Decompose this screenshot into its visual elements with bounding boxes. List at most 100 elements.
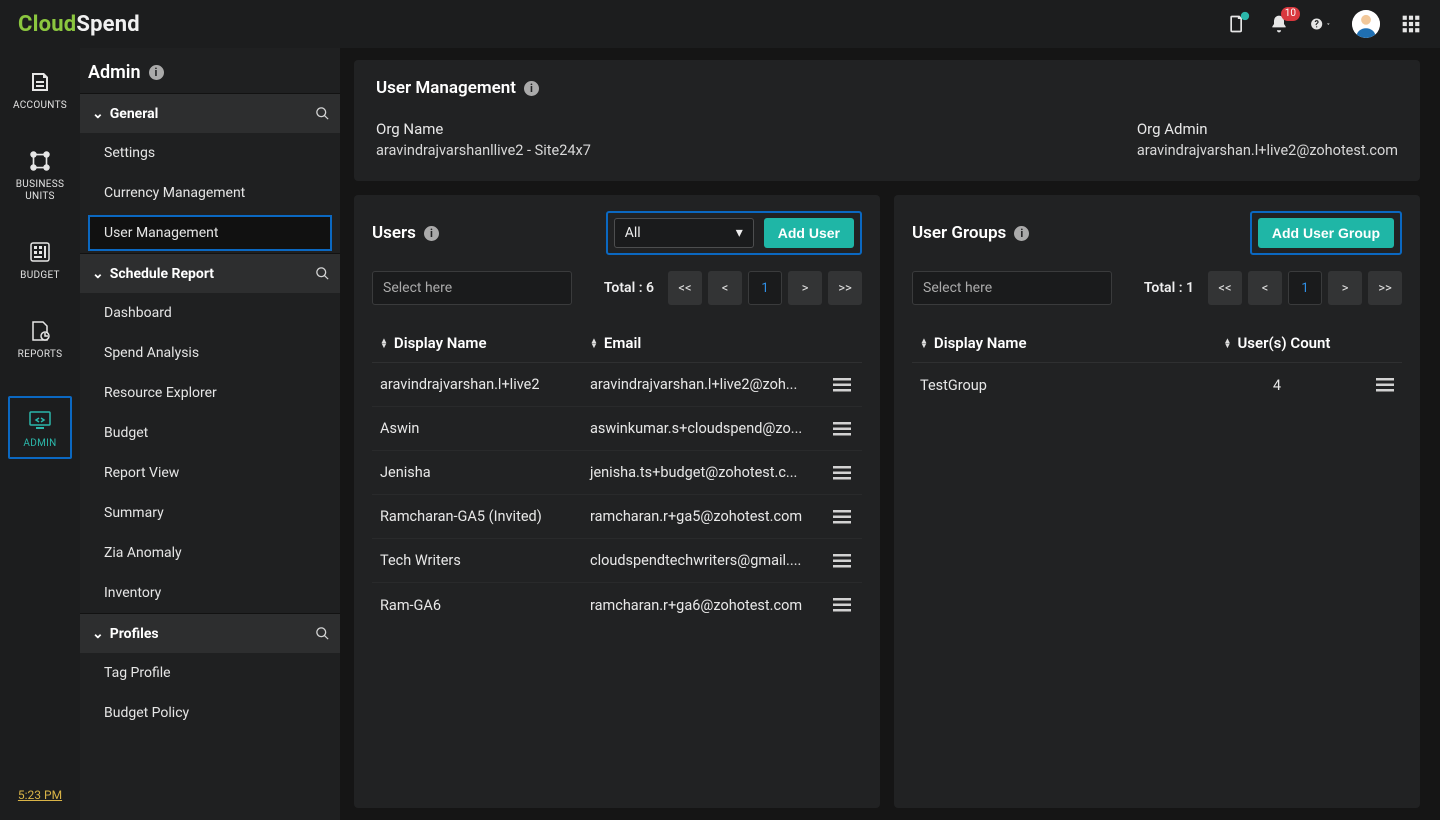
admin-tree: Admin i ⌄General Settings Currency Manag…	[80, 48, 340, 820]
pager-next[interactable]: >	[1328, 271, 1362, 305]
tree-zia[interactable]: Zia Anomaly	[80, 533, 340, 573]
users-table: ▲▼Display Name ▲▼Email aravindrajvarshan…	[372, 323, 862, 627]
rail-label: BUDGET	[8, 270, 72, 281]
tree-inventory[interactable]: Inventory	[80, 573, 340, 613]
info-icon[interactable]: i	[424, 226, 439, 241]
group-schedule[interactable]: ⌄Schedule Report	[80, 253, 340, 293]
row-menu-icon[interactable]	[822, 378, 862, 392]
pager-first[interactable]: <<	[1208, 271, 1242, 305]
cell-name: Aswin	[372, 420, 582, 437]
admin-heading: Admin i	[80, 48, 340, 93]
cell-name: Jenisha	[372, 464, 582, 481]
row-menu-icon[interactable]	[822, 466, 862, 480]
tree-currency[interactable]: Currency Management	[80, 173, 340, 213]
info-icon[interactable]: i	[524, 81, 539, 96]
add-user-button[interactable]: Add User	[764, 218, 854, 248]
pager-page[interactable]: 1	[1288, 271, 1322, 305]
table-row[interactable]: Tech Writers cloudspendtechwriters@gmail…	[372, 539, 862, 583]
row-menu-icon[interactable]	[822, 554, 862, 568]
org-admin-value: aravindrajvarshan.l+live2@zohotest.com	[1137, 142, 1398, 159]
tree-reportview[interactable]: Report View	[80, 453, 340, 493]
users-title-text: Users	[372, 223, 416, 243]
tree-budget[interactable]: Budget	[80, 413, 340, 453]
chevron-down-icon: ⌄	[92, 106, 104, 122]
users-actions: All ▾ Add User	[606, 211, 862, 255]
pager-prev[interactable]: <	[1248, 271, 1282, 305]
um-title: User Management i	[376, 78, 1398, 98]
sort-icon: ▲▼	[590, 338, 598, 348]
tree-settings[interactable]: Settings	[80, 133, 340, 173]
groups-actions: Add User Group	[1250, 211, 1402, 255]
groups-table: ▲▼Display Name ▲▼User(s) Count TestGroup…	[912, 323, 1402, 407]
table-row[interactable]: Ram-GA6 ramcharan.r+ga6@zohotest.com	[372, 583, 862, 627]
tree-tag[interactable]: Tag Profile	[80, 653, 340, 693]
cell-name: Ram-GA6	[372, 597, 582, 614]
table-row[interactable]: Aswin aswinkumar.s+cloudspend@zo...	[372, 407, 862, 451]
sort-icon: ▲▼	[380, 338, 388, 348]
info-icon[interactable]: i	[1014, 226, 1029, 241]
pager-prev[interactable]: <	[708, 271, 742, 305]
row-menu-icon[interactable]	[1362, 378, 1402, 392]
users-filter-dropdown[interactable]: All ▾	[614, 218, 754, 248]
search-icon[interactable]	[315, 266, 330, 281]
info-icon[interactable]: i	[149, 65, 164, 80]
th-user-count[interactable]: ▲▼User(s) Count	[1192, 334, 1362, 352]
nav-rail: ACCOUNTS BUSINESS UNITS BUDGET REPORTS A…	[0, 48, 80, 820]
budget-icon	[8, 238, 72, 266]
pager-last[interactable]: >>	[828, 271, 862, 305]
bell-icon[interactable]: 10	[1268, 13, 1290, 35]
user-management-panel: User Management i Org Name aravindrajvar…	[354, 60, 1420, 181]
search-icon[interactable]	[315, 626, 330, 641]
clock[interactable]: 5:23 PM	[18, 788, 62, 802]
table-row[interactable]: Jenisha jenisha.ts+budget@zohotest.c...	[372, 451, 862, 495]
rail-admin[interactable]: ADMIN	[8, 396, 72, 459]
users-search[interactable]: Select here	[372, 271, 572, 305]
row-menu-icon[interactable]	[822, 598, 862, 612]
groups-thead: ▲▼Display Name ▲▼User(s) Count	[912, 323, 1402, 363]
pager-page[interactable]: 1	[748, 271, 782, 305]
org-name-block: Org Name aravindrajvarshanllive2 - Site2…	[376, 120, 591, 159]
org-admin-label: Org Admin	[1137, 120, 1398, 138]
th-display-name[interactable]: ▲▼Display Name	[912, 334, 1192, 352]
group-general[interactable]: ⌄General	[80, 93, 340, 133]
groups-search[interactable]: Select here	[912, 271, 1112, 305]
cell-email: ramcharan.r+ga6@zohotest.com	[582, 597, 822, 614]
admin-title: Admin	[88, 62, 141, 83]
th-display-name[interactable]: ▲▼Display Name	[372, 334, 582, 352]
apps-grid-icon[interactable]	[1400, 13, 1422, 35]
pager-last[interactable]: >>	[1368, 271, 1402, 305]
cell-email: aswinkumar.s+cloudspend@zo...	[582, 420, 822, 437]
pager-first[interactable]: <<	[668, 271, 702, 305]
tree-summary[interactable]: Summary	[80, 493, 340, 533]
clipboard-icon[interactable]	[1226, 13, 1248, 35]
rail-accounts[interactable]: ACCOUNTS	[8, 68, 72, 111]
tree-user-management[interactable]: User Management	[88, 215, 332, 251]
chevron-down-icon: ⌄	[92, 626, 104, 642]
tree-resource[interactable]: Resource Explorer	[80, 373, 340, 413]
rail-label: BUSINESS UNITS	[8, 179, 72, 202]
table-row[interactable]: TestGroup 4	[912, 363, 1402, 407]
rail-budget[interactable]: BUDGET	[8, 238, 72, 281]
rail-business-units[interactable]: BUSINESS UNITS	[8, 147, 72, 202]
add-user-group-button[interactable]: Add User Group	[1258, 218, 1394, 248]
rail-label: ACCOUNTS	[8, 100, 72, 111]
row-menu-icon[interactable]	[822, 422, 862, 436]
users-total: Total : 6	[604, 280, 654, 296]
help-icon[interactable]	[1310, 13, 1332, 35]
cell-email: ramcharan.r+ga5@zohotest.com	[582, 508, 822, 525]
user-groups-panel: User Groups i Add User Group Select here…	[894, 195, 1420, 808]
tree-budget-policy[interactable]: Budget Policy	[80, 693, 340, 733]
brand-part1: Cloud	[18, 12, 76, 37]
row-menu-icon[interactable]	[822, 510, 862, 524]
search-icon[interactable]	[315, 106, 330, 121]
rail-reports[interactable]: REPORTS	[8, 317, 72, 360]
tree-dashboard[interactable]: Dashboard	[80, 293, 340, 333]
table-row[interactable]: Ramcharan-GA5 (Invited) ramcharan.r+ga5@…	[372, 495, 862, 539]
tree-spend[interactable]: Spend Analysis	[80, 333, 340, 373]
pager-next[interactable]: >	[788, 271, 822, 305]
avatar[interactable]	[1352, 10, 1380, 38]
chevron-down-icon: ▾	[736, 225, 743, 241]
table-row[interactable]: aravindrajvarshan.l+live2 aravindrajvars…	[372, 363, 862, 407]
th-email[interactable]: ▲▼Email	[582, 334, 822, 352]
group-profiles[interactable]: ⌄Profiles	[80, 613, 340, 653]
